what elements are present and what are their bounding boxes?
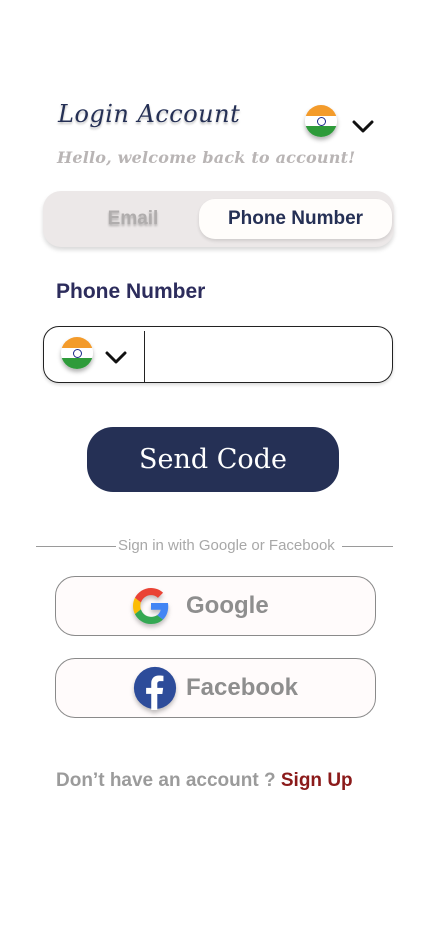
page-subtitle: Hello, welcome back to account! <box>57 148 356 167</box>
tab-email[interactable]: Email <box>43 191 223 247</box>
phone-number-label: Phone Number <box>56 280 206 303</box>
facebook-label: Facebook <box>186 674 299 701</box>
signup-link[interactable]: Sign Up <box>281 770 353 791</box>
facebook-signin-button[interactable]: Facebook <box>55 658 376 718</box>
divider-line-left <box>36 546 116 547</box>
india-flag-icon <box>305 105 337 137</box>
chevron-down-icon <box>352 120 374 133</box>
language-selector[interactable] <box>305 105 377 139</box>
divider-line-right <box>342 546 393 547</box>
phone-number-input[interactable] <box>152 336 384 374</box>
tab-phone-number[interactable]: Phone Number <box>199 199 392 239</box>
send-code-button[interactable]: Send Code <box>87 427 339 492</box>
google-signin-button[interactable]: Google <box>55 576 376 636</box>
india-flag-icon <box>61 337 93 369</box>
country-code-selector[interactable] <box>60 337 140 371</box>
signup-prompt-text: Don’t have an account ? <box>56 770 276 791</box>
google-label: Google <box>186 592 269 619</box>
google-icon <box>133 588 169 624</box>
social-divider-text: Sign in with Google or Facebook <box>118 537 335 554</box>
facebook-icon <box>133 666 177 710</box>
signup-prompt: Don’t have an account ? Sign Up <box>56 770 353 792</box>
field-divider <box>144 331 145 383</box>
chevron-down-icon <box>105 351 127 364</box>
page-title: Login Account <box>58 100 241 128</box>
